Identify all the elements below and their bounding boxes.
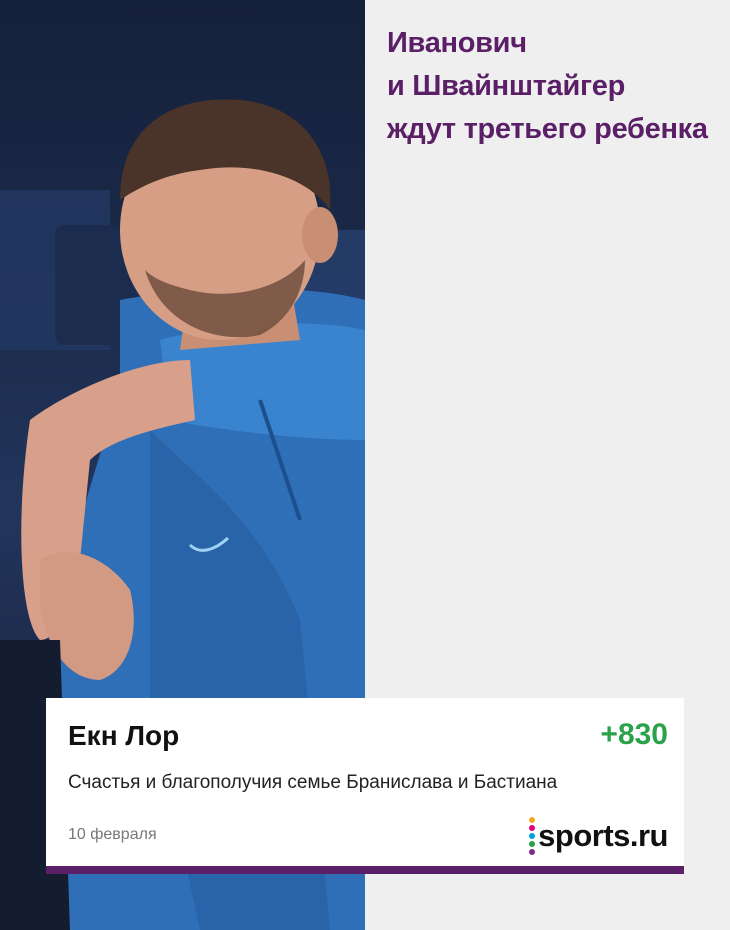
- logo-dot: [529, 841, 536, 847]
- logo-dot: [529, 849, 536, 855]
- sports-ru-logo[interactable]: sports.ru: [529, 816, 668, 856]
- logo-dot: [529, 825, 536, 831]
- card-accent-bar: [46, 866, 684, 874]
- comment-author[interactable]: Екн Лор: [68, 720, 179, 752]
- comment-date: 10 февраля: [68, 826, 157, 843]
- headline-line-3: ждут третьего ребенка: [387, 113, 708, 145]
- logo-dot: [529, 817, 536, 823]
- headline-line-1: Иванович: [387, 27, 527, 59]
- comment-score: +830: [600, 718, 668, 751]
- article-headline[interactable]: Иванович и Швайнштайгер ждут третьего ре…: [387, 22, 717, 151]
- headline-line-2: и Швайнштайгер: [387, 70, 625, 102]
- logo-dot: [529, 833, 536, 839]
- logo-dots-icon: [529, 817, 536, 855]
- comment-text: Счастья и благополучия семье Бранислава …: [68, 772, 558, 793]
- comment-card: Екн Лор +830 Счастья и благополучия семь…: [46, 698, 684, 866]
- logo-text: sports.ru: [538, 818, 668, 853]
